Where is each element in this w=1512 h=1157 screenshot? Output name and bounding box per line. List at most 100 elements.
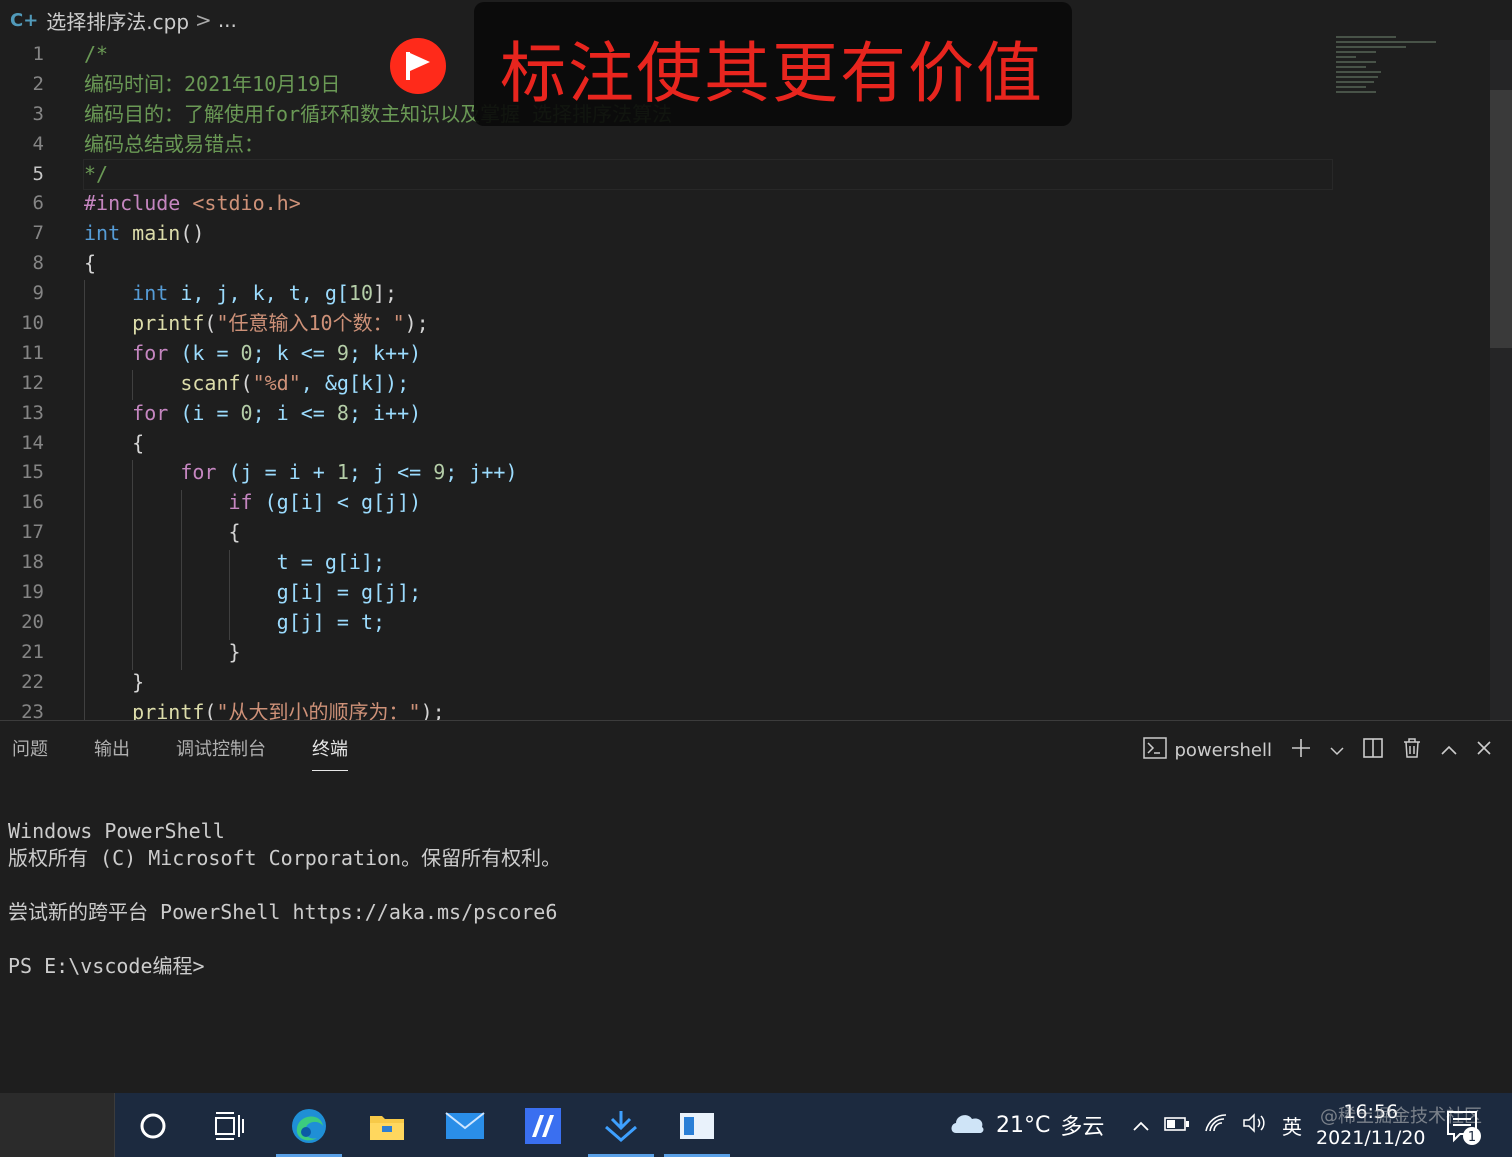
token-variable: g[i] = g[j]; <box>276 580 422 605</box>
flag-icon[interactable] <box>390 38 446 94</box>
close-icon[interactable] <box>1476 740 1492 761</box>
line-number: 1 <box>32 43 44 65</box>
token-number: 1 <box>336 460 349 485</box>
terminal-line: 版权所有 (C) Microsoft Corporation。保留所有权利。 <box>8 846 562 870</box>
split-terminal-button[interactable] <box>1362 737 1384 764</box>
system-tray: 英 <box>1132 1093 1302 1157</box>
maximize-panel-button[interactable] <box>1440 740 1458 761</box>
chevron-up-icon[interactable] <box>1132 1113 1150 1137</box>
token-keyword: for <box>180 460 217 485</box>
code-line: int i, j, k, t, g[10]; <box>84 279 1332 309</box>
token-punct: } <box>132 669 145 694</box>
line-number: 20 <box>21 610 44 633</box>
terminal-output[interactable]: Windows PowerShell 版权所有 (C) Microsoft Co… <box>8 791 561 980</box>
ime-indicator[interactable]: 英 <box>1282 1111 1302 1140</box>
token-variable: i, j, k, t, g[ <box>168 281 349 306</box>
weather-widget[interactable]: 21°C 多云 <box>948 1093 1104 1157</box>
line-number: 12 <box>21 371 44 394</box>
token-variable: ; k++) <box>348 340 422 365</box>
token-variable: (g[i] < g[j]) <box>252 490 422 515</box>
line-number: 6 <box>32 192 44 215</box>
line-number: 8 <box>32 252 44 275</box>
token-variable: ; i <= <box>252 400 337 425</box>
terminal-selector[interactable]: powershell <box>1142 736 1272 764</box>
token-variable: ; i++) <box>348 400 422 425</box>
token-variable: (j = i + <box>216 460 337 485</box>
code-line: for (j = i + 1; j <= 9; j++) <box>84 458 1332 488</box>
code-line: if (g[i] < g[j]) <box>84 488 1332 518</box>
chevron-down-icon[interactable] <box>1330 740 1344 761</box>
line-number: 22 <box>21 670 44 693</box>
annotation-text: 标注使其更有价值 <box>500 35 1044 112</box>
token-variable: ; k <= <box>252 340 337 365</box>
file-explorer-icon[interactable] <box>362 1101 412 1151</box>
token-variable: , &g[k]); <box>300 370 410 395</box>
code-line: g[i] = g[j]; <box>84 578 1332 608</box>
code-editor[interactable]: 1 2 3 4 5 6 7 8 9 10 11 12 13 14 15 16 1… <box>0 40 1512 724</box>
notification-icon[interactable]: 1 <box>1446 1108 1486 1152</box>
token-variable: ; j++) <box>445 460 518 485</box>
download-manager-icon[interactable] <box>588 1101 654 1157</box>
app-window-icon[interactable] <box>664 1101 730 1157</box>
token-string: "%d" <box>252 370 301 395</box>
taskbar-start-area[interactable] <box>0 1093 115 1157</box>
breadcrumb-more[interactable]: ... <box>218 8 237 32</box>
token-keyword: int <box>132 281 169 306</box>
volume-icon[interactable] <box>1242 1112 1268 1138</box>
code-line: t = g[i]; <box>84 548 1332 578</box>
code-lines[interactable]: /* 编码时间：2021年10月19日 编码目的：了解使用for循环和数主知识以… <box>83 40 1333 727</box>
token-keyword: #include <box>84 191 181 216</box>
code-line: printf("任意输入10个数："); <box>132 311 429 336</box>
cortana-icon[interactable] <box>128 1101 178 1151</box>
terminal-line: 尝试新的跨平台 PowerShell https://aka.ms/pscore… <box>8 900 558 924</box>
token-keyword: for <box>132 400 169 425</box>
new-terminal-button[interactable] <box>1290 737 1312 764</box>
tab-terminal[interactable]: 终端 <box>312 721 368 779</box>
token-variable: (k = <box>168 340 241 365</box>
token-function: main <box>120 221 181 246</box>
token-punct: ); <box>404 311 429 336</box>
wifi-icon[interactable] <box>1204 1113 1228 1138</box>
line-number: 14 <box>21 431 44 454</box>
token-punct: { <box>132 430 145 455</box>
cpp-file-icon: C+ <box>10 9 39 31</box>
code-line: { <box>84 251 97 276</box>
edge-browser-icon[interactable] <box>276 1101 342 1157</box>
scrollbar-thumb[interactable] <box>1490 90 1512 348</box>
notification-count: 1 <box>1468 1130 1476 1145</box>
tab-output[interactable]: 输出 <box>94 721 150 779</box>
line-number: 2 <box>32 72 44 95</box>
trash-icon[interactable] <box>1402 737 1422 764</box>
cloud-icon <box>948 1109 986 1141</box>
mail-icon[interactable] <box>440 1101 490 1151</box>
task-view-icon[interactable] <box>204 1101 254 1151</box>
line-number-current: 5 <box>32 162 44 185</box>
line-number: 10 <box>21 312 44 335</box>
visual-studio-icon[interactable] <box>518 1101 568 1151</box>
line-number: 11 <box>21 341 44 364</box>
token-punct: { <box>228 520 241 545</box>
token-variable: (i = <box>168 400 241 425</box>
breadcrumb-file[interactable]: 选择排序法.cpp <box>46 6 189 35</box>
weather-desc: 多云 <box>1060 1115 1105 1140</box>
minimap[interactable] <box>1336 36 1476 116</box>
line-number: 4 <box>32 132 44 155</box>
token-function: scanf <box>180 370 241 395</box>
line-number: 16 <box>21 491 44 514</box>
clock-date: 2021/11/20 <box>1316 1127 1426 1149</box>
code-line: int main() <box>84 219 1332 249</box>
tab-problems[interactable]: 问题 <box>12 721 68 779</box>
line-number: 19 <box>21 581 44 604</box>
token-function: printf <box>132 311 205 336</box>
token-punct: ]; <box>373 281 398 306</box>
breadcrumb-separator: > <box>195 8 212 32</box>
token-number: 0 <box>240 400 253 425</box>
code-line: } <box>84 638 1332 668</box>
panel-tabs: 问题 输出 调试控制台 终端 <box>0 721 382 779</box>
code-line: for (i = 0; i <= 8; i++) <box>84 399 1332 429</box>
token-punct: () <box>180 221 205 246</box>
battery-icon[interactable] <box>1164 1113 1190 1137</box>
tab-debug-console[interactable]: 调试控制台 <box>176 721 286 779</box>
code-line: 编码总结或易错点： <box>84 131 264 156</box>
weather-temp: 21°C <box>996 1112 1051 1138</box>
